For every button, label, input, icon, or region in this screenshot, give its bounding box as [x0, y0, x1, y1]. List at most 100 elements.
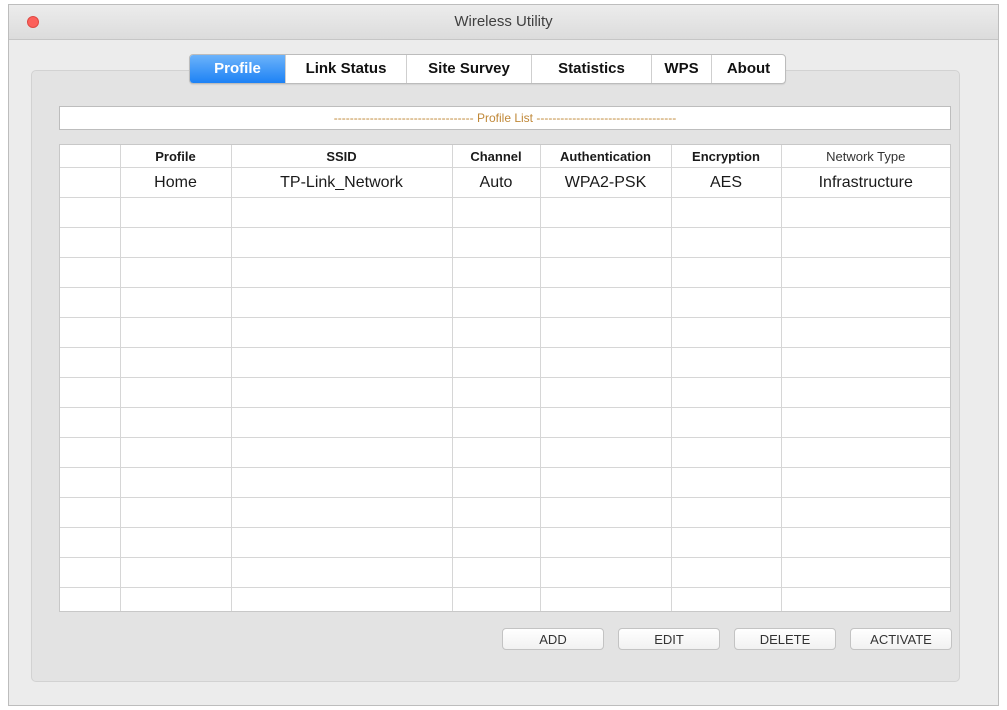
table-cell [781, 377, 950, 408]
table-cell [120, 257, 232, 288]
tab-wps[interactable]: WPS [652, 55, 712, 83]
add-button[interactable]: ADD [502, 628, 604, 650]
table-cell [231, 557, 453, 588]
title-bar[interactable]: Wireless Utility [9, 5, 998, 40]
table-cell [452, 407, 541, 438]
empty-table-row[interactable] [60, 197, 950, 228]
column-header-encryption[interactable]: Encryption [671, 145, 782, 168]
empty-table-row[interactable] [60, 347, 950, 378]
empty-table-row[interactable] [60, 437, 950, 468]
table-cell [452, 497, 541, 528]
table-cell [60, 527, 121, 558]
table-cell [452, 347, 541, 378]
table-cell [60, 437, 121, 468]
table-cell [231, 407, 453, 438]
table-cell [781, 197, 950, 228]
table-cell [452, 377, 541, 408]
column-header-select[interactable] [60, 145, 121, 168]
table-cell [120, 347, 232, 378]
table-cell [231, 257, 453, 288]
table-cell [540, 257, 672, 288]
empty-table-row[interactable] [60, 557, 950, 588]
table-cell [671, 407, 782, 438]
table-cell [120, 197, 232, 228]
tab-bar: Profile Link Status Site Survey Statisti… [189, 54, 786, 84]
table-cell [781, 497, 950, 528]
column-header-network-type[interactable]: Network Type [781, 145, 950, 168]
table-cell [671, 527, 782, 558]
table-cell [452, 257, 541, 288]
table-cell [60, 257, 121, 288]
table-cell [231, 527, 453, 558]
table-cell [452, 437, 541, 468]
table-cell [120, 587, 232, 611]
profile-list-header: ----------------------------------- Prof… [59, 106, 951, 130]
empty-table-row[interactable] [60, 227, 950, 258]
table-cell [671, 287, 782, 318]
empty-table-row[interactable] [60, 287, 950, 318]
table-cell [540, 467, 672, 498]
table-cell: AES [671, 167, 782, 198]
edit-button[interactable]: EDIT [618, 628, 720, 650]
table-cell [671, 317, 782, 348]
tab-about[interactable]: About [712, 55, 785, 83]
table-cell [671, 227, 782, 258]
table-cell [540, 587, 672, 611]
table-cell [671, 437, 782, 468]
table-cell [60, 377, 121, 408]
table-cell [781, 587, 950, 611]
table-cell [60, 467, 121, 498]
empty-table-row[interactable] [60, 317, 950, 348]
empty-table-row[interactable] [60, 527, 950, 558]
table-cell [671, 257, 782, 288]
table-cell [60, 347, 121, 378]
empty-table-row[interactable] [60, 497, 950, 528]
activate-button[interactable]: ACTIVATE [850, 628, 952, 650]
tab-profile[interactable]: Profile [190, 55, 286, 83]
tab-statistics[interactable]: Statistics [532, 55, 652, 83]
table-cell [781, 257, 950, 288]
empty-table-row[interactable] [60, 377, 950, 408]
table-cell [60, 167, 121, 198]
table-cell: Infrastructure [781, 167, 950, 198]
table-row[interactable]: Home TP-Link_Network Auto WPA2-PSK AES Infras… [60, 167, 950, 198]
table-cell [781, 437, 950, 468]
empty-table-row[interactable] [60, 587, 950, 611]
table-cell [231, 287, 453, 318]
table-cell [120, 467, 232, 498]
table-cell [120, 497, 232, 528]
table-cell [781, 527, 950, 558]
table-cell [120, 227, 232, 258]
empty-table-row[interactable] [60, 407, 950, 438]
column-header-profile[interactable]: Profile [120, 145, 232, 168]
table-cell [540, 407, 672, 438]
table-cell [60, 587, 121, 611]
column-header-authentication[interactable]: Authentication [540, 145, 672, 168]
tab-site-survey[interactable]: Site Survey [407, 55, 532, 83]
table-cell [452, 287, 541, 318]
table-cell [671, 557, 782, 588]
table-cell [671, 377, 782, 408]
table-cell [120, 437, 232, 468]
table-cell [231, 587, 453, 611]
table-cell [60, 227, 121, 258]
table-cell: Home [120, 167, 232, 198]
table-cell [60, 197, 121, 228]
window-title: Wireless Utility [454, 13, 553, 30]
column-header-ssid[interactable]: SSID [231, 145, 453, 168]
table-cell [452, 467, 541, 498]
delete-button[interactable]: DELETE [734, 628, 836, 650]
table-cell [231, 437, 453, 468]
empty-table-row[interactable] [60, 257, 950, 288]
table-cell [231, 467, 453, 498]
table-cell: WPA2-PSK [540, 167, 672, 198]
table-cell [120, 527, 232, 558]
tab-link-status[interactable]: Link Status [286, 55, 407, 83]
table-cell [231, 377, 453, 408]
empty-table-row[interactable] [60, 467, 950, 498]
table-cell: Auto [452, 167, 541, 198]
table-cell [60, 407, 121, 438]
table-cell [231, 197, 453, 228]
column-header-channel[interactable]: Channel [452, 145, 541, 168]
table-cell [60, 317, 121, 348]
